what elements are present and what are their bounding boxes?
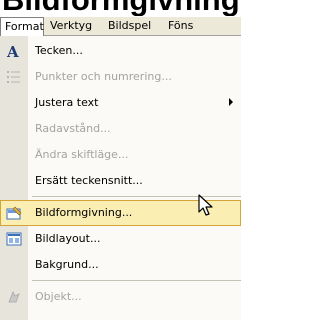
svg-text:A: A (6, 43, 19, 59)
menu-item-andra-skiftlage[interactable]: Ändra skiftläge... (0, 142, 241, 168)
format-menu: A Tecken... Punkter och numrering... Jus… (0, 36, 241, 320)
menu-item-label: Punkter och numrering... (35, 70, 172, 83)
menu-item-radavstand[interactable]: Radavstånd... (0, 116, 241, 142)
bullets-icon (6, 69, 22, 85)
menu-item-tecken[interactable]: A Tecken... (0, 38, 241, 64)
menu-bar: Format Verktyg Bildspel Föns (0, 16, 241, 36)
menu-item-bildlayout[interactable]: Bildlayout... (0, 226, 241, 252)
menubar-item-verktyg[interactable]: Verktyg (50, 17, 92, 36)
menu-item-ersatt-teckensnitt[interactable]: Ersätt teckensnitt... (0, 168, 241, 194)
submenu-arrow-icon (229, 98, 233, 106)
menu-item-label: Bildlayout... (35, 232, 101, 245)
menu-item-justera-text[interactable]: Justera text (0, 90, 241, 116)
menubar-item-format[interactable]: Format (0, 17, 44, 36)
page-title: Bildformgivning (2, 0, 243, 15)
menu-item-label: Objekt... (35, 290, 82, 303)
menubar-item-fonster[interactable]: Föns (168, 17, 193, 36)
menu-item-punkter[interactable]: Punkter och numrering... (0, 64, 241, 90)
menu-item-label: Bakgrund... (35, 258, 99, 271)
menu-item-label: Justera text (35, 96, 99, 109)
slide-design-icon (6, 205, 22, 221)
menu-item-label: Tecken... (35, 44, 83, 57)
menu-item-label: Ersätt teckensnitt... (35, 174, 143, 187)
menu-item-bakgrund[interactable]: Bakgrund... (0, 252, 241, 278)
menu-item-label: Radavstånd... (35, 122, 111, 135)
slide-layout-icon (6, 231, 22, 247)
object-icon (6, 289, 22, 305)
mouse-pointer-icon (198, 194, 216, 218)
font-icon: A (6, 43, 22, 61)
menubar-item-bildspel[interactable]: Bildspel (108, 17, 151, 36)
menu-item-label: Ändra skiftläge... (35, 148, 129, 161)
menu-item-label: Bildformgivning... (35, 206, 133, 219)
menu-item-objekt[interactable]: Objekt... (0, 284, 241, 310)
menu-separator (32, 280, 241, 281)
